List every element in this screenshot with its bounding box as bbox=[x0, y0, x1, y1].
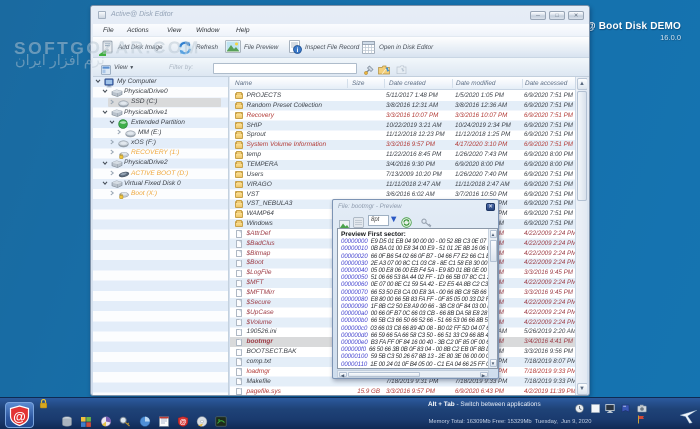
svg-text:i: i bbox=[297, 47, 299, 54]
svg-text:@: @ bbox=[13, 409, 26, 424]
svg-text:@: @ bbox=[179, 419, 186, 426]
